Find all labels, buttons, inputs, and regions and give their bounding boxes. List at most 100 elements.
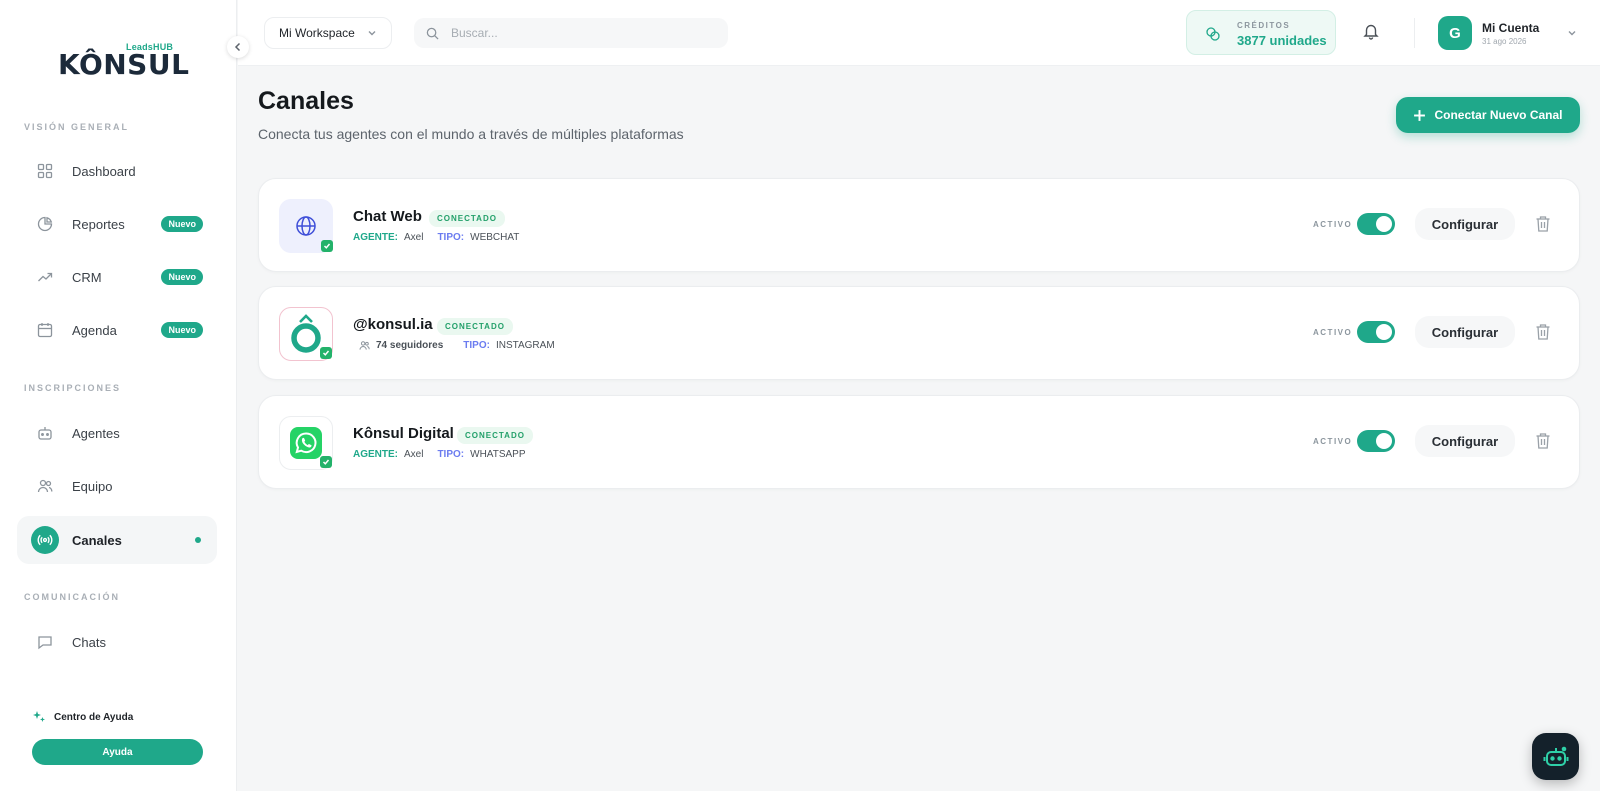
chat-icon xyxy=(31,628,59,656)
toggle-knob xyxy=(1376,433,1392,449)
connect-new-channel-button[interactable]: Conectar Nuevo Canal xyxy=(1396,97,1580,133)
check-icon xyxy=(320,456,332,468)
broadcast-icon xyxy=(31,526,59,554)
collapse-sidebar-button[interactable] xyxy=(227,36,249,58)
pie-chart-icon xyxy=(31,210,59,238)
sidebar-item-label: Canales xyxy=(72,532,122,548)
agent-key: AGENTE: xyxy=(353,232,398,243)
check-icon xyxy=(320,347,332,359)
sidebar-item-reportes[interactable]: Reportes Nuevo xyxy=(17,200,217,248)
workspace-label: Mi Workspace xyxy=(279,26,355,40)
sidebar-item-equipo[interactable]: Equipo xyxy=(17,462,217,510)
sidebar-item-chats[interactable]: Chats xyxy=(17,618,217,666)
type-value: INSTAGRAM xyxy=(495,340,555,351)
trash-icon xyxy=(1536,324,1550,340)
sidebar-item-label: Chats xyxy=(72,634,106,650)
assistant-bot-button[interactable] xyxy=(1532,733,1579,780)
channel-name: Chat Web xyxy=(353,208,422,225)
search-input[interactable] xyxy=(451,26,701,40)
konsul-logo[interactable]: LeadsHUB KÔNSUL xyxy=(58,40,189,81)
sidebar-item-crm[interactable]: CRM Nuevo xyxy=(17,253,217,301)
search-icon xyxy=(426,27,439,40)
channel-name: @konsul.ia xyxy=(353,316,433,333)
sidebar-item-dashboard[interactable]: Dashboard xyxy=(17,147,217,195)
section-label-vision: VISIÓN GENERAL xyxy=(24,122,130,132)
konsul-logo-icon xyxy=(279,307,333,361)
configure-button[interactable]: Configurar xyxy=(1415,316,1515,348)
trash-icon xyxy=(1536,216,1550,232)
sparkle-icon xyxy=(33,711,45,722)
type-key: TIPO: xyxy=(437,449,465,460)
section-label-inscripciones: INSCRIPCIONES xyxy=(24,383,122,393)
delete-button[interactable] xyxy=(1535,215,1551,238)
active-toggle[interactable] xyxy=(1357,213,1395,235)
users-icon xyxy=(359,341,370,350)
sidebar-item-label: CRM xyxy=(72,269,102,285)
channel-card-whatsapp: Kônsul Digital CONECTADO AGENTE: Axel TI… xyxy=(258,395,1580,489)
type-key: TIPO: xyxy=(463,340,490,351)
channel-meta: 74 seguidores TIPO: INSTAGRAM xyxy=(359,340,555,351)
credits-widget[interactable]: CRÉDITOS 3877 unidades xyxy=(1186,10,1336,55)
sidebar-item-label: Equipo xyxy=(72,478,113,494)
chevron-left-icon xyxy=(234,42,241,52)
globe-icon xyxy=(279,199,333,253)
account-date: 31 ago 2026 xyxy=(1482,36,1527,46)
top-header: Mi Workspace CRÉDITOS 3877 unidades G Mi… xyxy=(238,0,1600,66)
notifications-button[interactable] xyxy=(1362,22,1380,45)
channel-card-instagram: @konsul.ia CONECTADO 74 seguidores TIPO:… xyxy=(258,286,1580,380)
delete-button[interactable] xyxy=(1535,323,1551,346)
sidebar-item-label: Agenda xyxy=(72,322,117,338)
status-badge: CONECTADO xyxy=(429,210,505,227)
new-badge: Nuevo xyxy=(161,216,203,232)
sidebar: LeadsHUB KÔNSUL VISIÓN GENERAL Dashboard… xyxy=(0,0,237,791)
status-badge: CONECTADO xyxy=(437,318,513,335)
credits-label: CRÉDITOS xyxy=(1237,21,1291,30)
active-label: ACTIVO xyxy=(1313,328,1353,337)
section-label-comunicacion: COMUNICACIÓN xyxy=(24,592,120,602)
bot-icon xyxy=(31,419,59,447)
channel-card-chat-web: Chat Web CONECTADO AGENTE: Axel TIPO: WE… xyxy=(258,178,1580,272)
delete-button[interactable] xyxy=(1535,432,1551,455)
agent-value: Axel xyxy=(404,232,424,243)
sidebar-item-label: Dashboard xyxy=(72,163,136,179)
page-subtitle: Conecta tus agentes con el mundo a travé… xyxy=(258,126,684,142)
trash-icon xyxy=(1536,433,1550,449)
account-menu[interactable]: G Mi Cuenta 31 ago 2026 xyxy=(1438,16,1577,50)
grid-icon xyxy=(31,157,59,185)
sidebar-item-canales[interactable]: Canales xyxy=(17,516,217,564)
configure-button[interactable]: Configurar xyxy=(1415,208,1515,240)
trending-up-icon xyxy=(31,263,59,291)
help-button[interactable]: Ayuda xyxy=(32,739,203,765)
whatsapp-icon xyxy=(279,416,333,470)
active-toggle[interactable] xyxy=(1357,321,1395,343)
configure-button[interactable]: Configurar xyxy=(1415,425,1515,457)
active-indicator xyxy=(195,537,201,543)
active-toggle[interactable] xyxy=(1357,430,1395,452)
sidebar-item-label: Agentes xyxy=(72,425,120,441)
credits-value: 3877 unidades xyxy=(1237,33,1327,48)
sidebar-item-agentes[interactable]: Agentes xyxy=(17,409,217,457)
connect-new-channel-label: Conectar Nuevo Canal xyxy=(1434,108,1563,122)
status-badge: CONECTADO xyxy=(457,427,533,444)
bot-icon xyxy=(1543,746,1568,766)
workspace-selector[interactable]: Mi Workspace xyxy=(264,17,392,49)
channel-name: Kônsul Digital xyxy=(353,425,454,442)
active-label: ACTIVO xyxy=(1313,220,1353,229)
toggle-knob xyxy=(1376,216,1392,232)
type-value: WEBCHAT xyxy=(470,232,520,243)
chevron-down-icon xyxy=(1568,31,1576,36)
calendar-icon xyxy=(31,316,59,344)
type-value: WHATSAPP xyxy=(470,449,526,460)
sidebar-item-agenda[interactable]: Agenda Nuevo xyxy=(17,306,217,354)
new-badge: Nuevo xyxy=(161,269,203,285)
type-key: TIPO: xyxy=(437,232,465,243)
page-title: Canales xyxy=(258,87,354,115)
sidebar-item-label: Reportes xyxy=(72,216,125,232)
chevron-down-icon xyxy=(368,31,376,36)
bell-icon xyxy=(1363,24,1379,40)
help-center[interactable]: Centro de Ayuda xyxy=(32,710,133,724)
new-badge: Nuevo xyxy=(161,322,203,338)
channel-meta: AGENTE: Axel TIPO: WHATSAPP xyxy=(353,449,526,460)
plus-icon xyxy=(1414,109,1426,121)
agent-key: AGENTE: xyxy=(353,449,398,460)
